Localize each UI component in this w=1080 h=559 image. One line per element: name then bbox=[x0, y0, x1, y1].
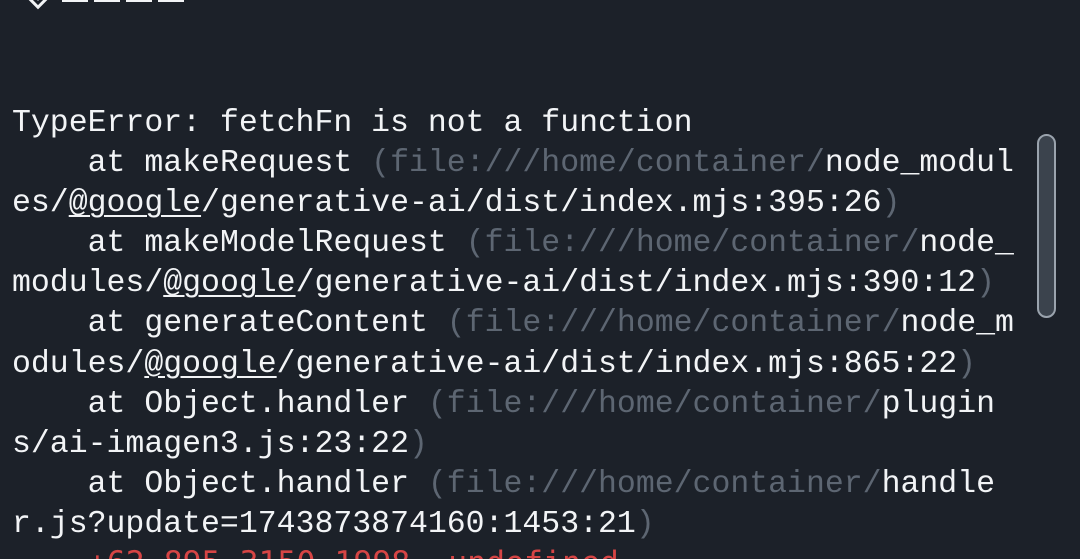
diamond-icon bbox=[26, 0, 50, 10]
terminal-output: TypeError: fetchFn is not a function at … bbox=[12, 104, 1027, 545]
signal-bar-icon bbox=[62, 0, 88, 2]
stack-frame: at Object.handler (file:///home/containe… bbox=[12, 466, 995, 542]
package-scope-link[interactable]: @google bbox=[163, 266, 295, 301]
signal-bar-icon bbox=[158, 0, 184, 2]
stack-frame: at generateContent (file:///home/contain… bbox=[12, 306, 1014, 382]
signal-bar-icon bbox=[126, 0, 152, 2]
signal-bars bbox=[62, 0, 184, 2]
package-scope-link[interactable]: @google bbox=[144, 347, 276, 382]
scrollbar-thumb[interactable] bbox=[1037, 134, 1056, 318]
error-title: TypeError: fetchFn is not a function bbox=[12, 106, 693, 141]
status-bar: ········· bbox=[26, 0, 278, 10]
stack-frame: at makeModelRequest (file:///home/contai… bbox=[12, 226, 1014, 302]
stack-frame: at makeRequest (file:///home/container/n… bbox=[12, 146, 1014, 222]
cut-off-line: +62 895 3150 1998 undefined bbox=[12, 543, 619, 559]
package-scope-link[interactable]: @google bbox=[69, 186, 201, 221]
signal-bar-icon bbox=[94, 0, 120, 2]
stack-frame: at Object.handler (file:///home/containe… bbox=[12, 386, 995, 462]
status-dots: ········· bbox=[210, 0, 278, 5]
